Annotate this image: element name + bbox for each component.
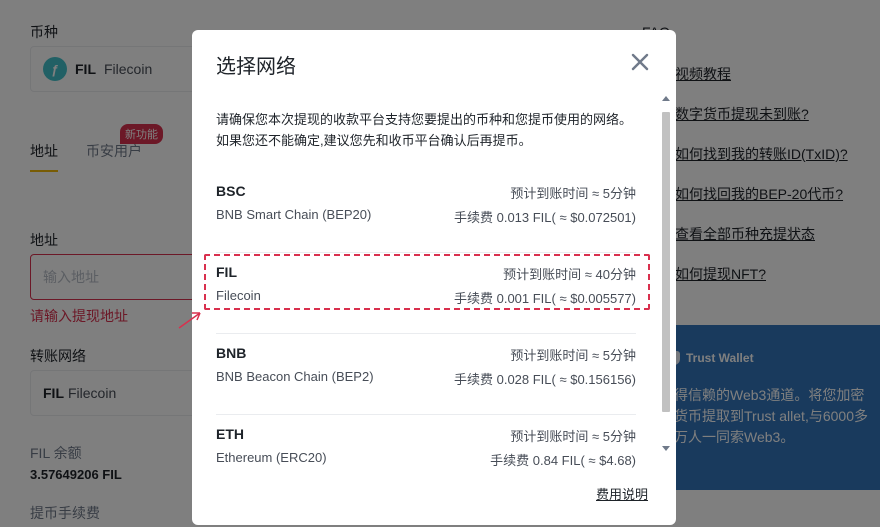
scroll-thumb[interactable] xyxy=(662,112,670,412)
fil-network-highlight xyxy=(204,254,650,310)
network-option-eth[interactable]: ETH Ethereum (ERC20) 预计到账时间 ≈ 5分钟 手续费 0.… xyxy=(216,426,636,492)
network-option-bsc[interactable]: BSC BNB Smart Chain (BEP20) 预计到账时间 ≈ 5分钟… xyxy=(216,183,636,253)
fee-help-link[interactable]: 费用说明 xyxy=(596,484,648,503)
network-code: ETH xyxy=(216,426,244,442)
network-code: BNB xyxy=(216,345,247,361)
annotation-arrow-icon xyxy=(178,312,201,329)
network-code: BSC xyxy=(216,183,246,199)
close-button[interactable] xyxy=(628,50,652,74)
modal-title: 选择网络 xyxy=(216,56,296,78)
network-fee: 手续费 0.013 FIL( ≈ $0.072501) xyxy=(453,210,636,225)
network-option-bnb[interactable]: BNB BNB Beacon Chain (BEP2) 预计到账时间 ≈ 5分钟… xyxy=(216,345,636,415)
network-eta: 预计到账时间 ≈ 5分钟 xyxy=(510,186,636,201)
network-eta: 预计到账时间 ≈ 5分钟 xyxy=(510,348,636,363)
network-name: Ethereum (ERC20) xyxy=(216,450,327,465)
network-name: BNB Smart Chain (BEP20) xyxy=(216,207,372,222)
scroll-up-arrow-icon[interactable] xyxy=(662,96,670,101)
modal-scrollbar[interactable] xyxy=(662,92,670,460)
network-notice: 请确保您本次提现的收款平台支持您要提出的币种和您提币使用的网络。如果您还不能确定… xyxy=(216,112,633,148)
network-fee: 手续费 0.028 FIL( ≈ $0.156156) xyxy=(453,372,636,387)
close-icon xyxy=(631,53,649,71)
network-fee: 手续费 0.84 FIL( ≈ $4.68) xyxy=(490,453,636,468)
scroll-down-arrow-icon[interactable] xyxy=(662,446,670,451)
network-name: BNB Beacon Chain (BEP2) xyxy=(216,369,374,384)
network-eta: 预计到账时间 ≈ 5分钟 xyxy=(510,429,636,444)
